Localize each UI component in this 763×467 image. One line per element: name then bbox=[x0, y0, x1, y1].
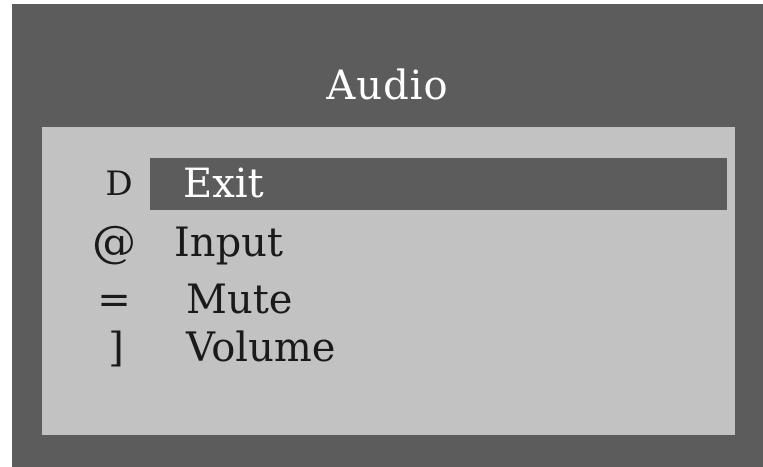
menu-item-input[interactable]: @ Input bbox=[42, 217, 735, 269]
mute-icon: = bbox=[97, 277, 131, 323]
volume-icon: ] bbox=[108, 325, 124, 371]
osd-title: Audio bbox=[326, 63, 449, 109]
menu-item-label: Mute bbox=[186, 277, 293, 323]
menu-item-volume[interactable]: ] Volume bbox=[42, 322, 735, 374]
menu-item-label: Volume bbox=[186, 325, 336, 371]
osd-menu-panel: D Exit @ Input = Mute ] Volume bbox=[42, 127, 735, 435]
input-icon: @ bbox=[92, 217, 136, 268]
menu-item-label: Exit bbox=[183, 161, 264, 207]
osd-window: Audio D Exit @ Input = Mute ] Volume bbox=[12, 4, 763, 467]
menu-item-exit[interactable]: D Exit bbox=[42, 158, 735, 210]
menu-item-label: Input bbox=[174, 220, 284, 266]
menu-item-mute[interactable]: = Mute bbox=[42, 274, 735, 326]
exit-icon: D bbox=[105, 164, 133, 204]
